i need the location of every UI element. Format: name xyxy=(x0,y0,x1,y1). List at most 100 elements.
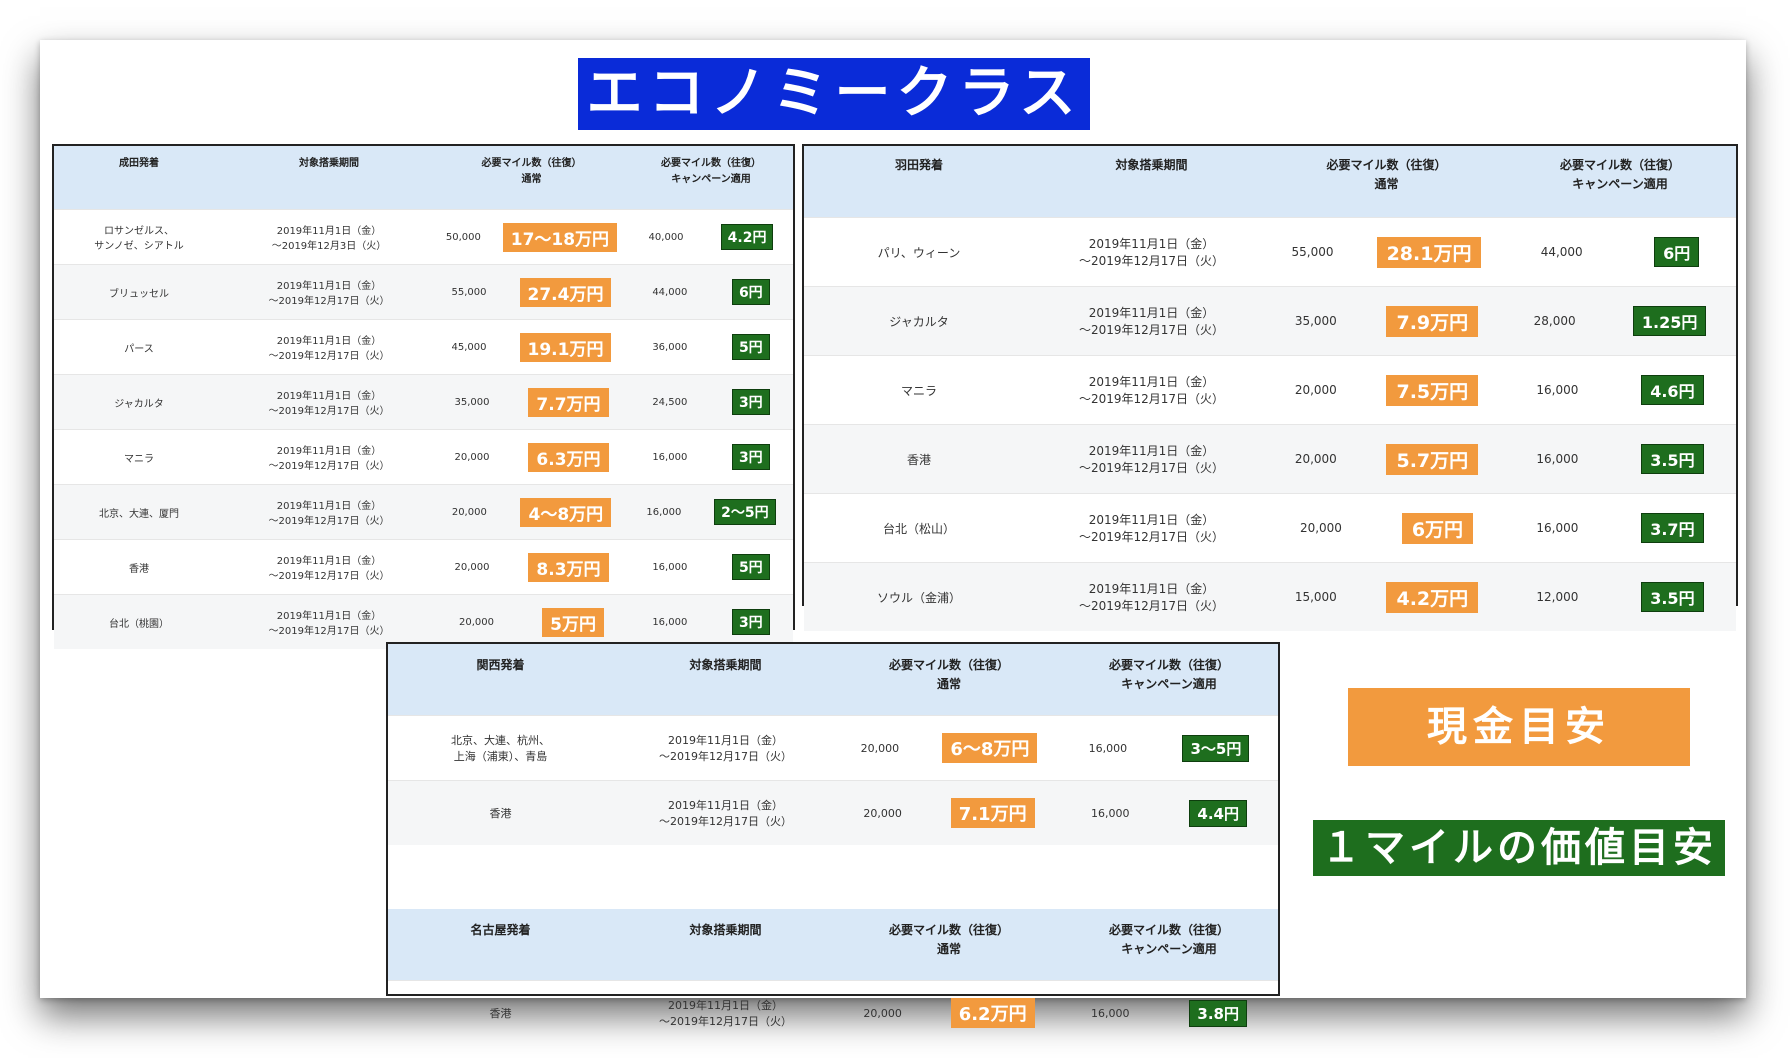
destination-line-1: 台北（松山） xyxy=(882,521,955,536)
cash-estimate-badge: 17〜18万円 xyxy=(502,222,618,252)
destination-cell: マニラ xyxy=(804,355,1034,425)
period-cell: 2019年11月1日（金） 〜2019年12月17日（火） xyxy=(1034,217,1269,287)
period-end: 〜2019年12月17日（火） xyxy=(659,815,792,828)
destination-cell: パリ、ウィーン xyxy=(804,217,1034,287)
mile-value-badge: 1.25円 xyxy=(1632,306,1707,336)
miles-normal: 20,000 xyxy=(1294,452,1337,466)
destination-line-1: 香港 xyxy=(489,1007,512,1020)
period-start: 2019年11月1日（金） xyxy=(1088,582,1215,596)
cash-estimate-badge: 4.2万円 xyxy=(1386,581,1479,613)
miles-campaign-cell: 16,000 3.5円 xyxy=(1504,424,1736,494)
miles-campaign: 16,000 xyxy=(652,451,688,463)
kansai-nagoya-table-panel: 関西発着 対象搭乗期間 必要マイル数（往復） 通常 必要マイル数（往復） キャンペー… xyxy=(386,642,1280,1045)
miles-normal: 20,000 xyxy=(860,741,900,755)
cash-estimate-badge: 7.9万円 xyxy=(1386,305,1479,337)
table-header-row: 成田発着 対象搭乗期間 必要マイル数（往復） 通常 必要マイル数（往復） キャンペー… xyxy=(54,146,793,210)
origin-header: 羽田発着 xyxy=(804,146,1034,218)
mile-value-badge: 3.5円 xyxy=(1641,444,1704,474)
period-cell: 2019年11月1日（金） 〜2019年12月17日（火） xyxy=(1034,424,1269,494)
miles-campaign-cell: 16,000 4.4円 xyxy=(1060,780,1278,845)
mile-value-badge: 3円 xyxy=(731,444,770,470)
table-row: ロサンゼルス、 サンノゼ、シアトル 2019年11月1日（金） 〜2019年12月3日… xyxy=(54,209,793,265)
miles-campaign-cell: 16,000 2〜5円 xyxy=(629,484,793,540)
cash-estimate-badge: 8.3万円 xyxy=(528,552,609,582)
destination-line-1: ジャカルタ xyxy=(889,314,949,329)
destination-line-1: 台北（桃園） xyxy=(109,618,169,630)
destination-cell: パース xyxy=(54,319,224,375)
period-cell: 2019年11月1日（金） 〜2019年12月17日（火） xyxy=(224,374,434,430)
miles-normal: 45,000 xyxy=(451,341,487,353)
mile-value-badge: 6円 xyxy=(1654,237,1700,267)
miles-campaign: 16,000 xyxy=(1090,1006,1130,1020)
miles-campaign: 36,000 xyxy=(652,341,688,353)
miles-campaign: 40,000 xyxy=(648,231,684,243)
cash-estimate-badge: 6〜8万円 xyxy=(942,733,1038,763)
miles-normal-cell: 50,000 17〜18万円 xyxy=(434,209,629,265)
period-start: 2019年11月1日（金） xyxy=(1088,375,1215,389)
period-end: 〜2019年12月17日（火） xyxy=(268,351,390,362)
miles-normal-header: 必要マイル数（往復） 通常 xyxy=(1269,146,1504,218)
destination-cell: ジャカルタ xyxy=(54,374,224,430)
miles-campaign-cell: 16,000 3.8円 xyxy=(1060,980,1278,1045)
miles-normal: 15,000 xyxy=(1294,590,1337,604)
cash-estimate-badge: 5万円 xyxy=(542,607,604,637)
miles-normal-cell: 15,000 4.2万円 xyxy=(1269,562,1504,631)
period-end: 〜2019年12月17日（火） xyxy=(268,571,390,582)
table-row: ブリュッセル 2019年11月1日（金） 〜2019年12月17日（火） 55,000… xyxy=(54,264,793,320)
period-end: 〜2019年12月17日（火） xyxy=(268,296,390,307)
origin-header: 成田発着 xyxy=(54,146,224,210)
period-start: 2019年11月1日（金） xyxy=(276,611,382,622)
period-end: 〜2019年12月17日（火） xyxy=(1078,254,1225,268)
mile-value-badge: 5円 xyxy=(731,334,770,360)
destination-line-1: 香港 xyxy=(489,807,512,820)
period-cell: 2019年11月1日（金） 〜2019年12月17日（火） xyxy=(1034,355,1269,425)
miles-campaign: 16,000 xyxy=(1536,521,1579,535)
miles-normal-cell: 20,000 6.3万円 xyxy=(434,429,629,485)
period-cell: 2019年11月1日（金） 〜2019年12月17日（火） xyxy=(224,319,434,375)
period-start: 2019年11月1日（金） xyxy=(276,336,382,347)
miles-normal: 20,000 xyxy=(1294,383,1337,397)
cash-estimate-badge: 6.2万円 xyxy=(950,998,1035,1028)
cash-estimate-badge: 6.3万円 xyxy=(528,442,609,472)
miles-campaign-header: 必要マイル数（往復） キャンペーン適用 xyxy=(629,146,793,210)
destination-cell: ジャカルタ xyxy=(804,286,1034,356)
cash-estimate-badge: 19.1万円 xyxy=(519,332,612,362)
miles-campaign-cell: 44,000 6円 xyxy=(629,264,793,320)
mile-value-badge: 4.4円 xyxy=(1189,799,1247,827)
period-end: 〜2019年12月17日（火） xyxy=(1078,392,1225,406)
period-start: 2019年11月1日（金） xyxy=(276,501,382,512)
destination-cell: ロサンゼルス、 サンノゼ、シアトル xyxy=(54,209,224,265)
period-header: 対象搭乗期間 xyxy=(613,644,838,716)
destination-line-1: ジャカルタ xyxy=(114,398,164,410)
period-end: 〜2019年12月17日（火） xyxy=(268,626,390,637)
destination-line-1: 香港 xyxy=(129,563,149,575)
table-row: パリ、ウィーン 2019年11月1日（金） 〜2019年12月17日（火） 55,00… xyxy=(804,217,1736,287)
mile-value-badge: 3.5円 xyxy=(1641,582,1704,612)
period-end: 〜2019年12月3日（火） xyxy=(271,241,387,252)
miles-normal-cell: 20,000 5.7万円 xyxy=(1269,424,1504,494)
table-row: 香港 2019年11月1日（金） 〜2019年12月17日（火） 20,000 5.7万… xyxy=(804,424,1736,494)
period-header: 対象搭乗期間 xyxy=(1034,146,1269,218)
period-start: 2019年11月1日（金） xyxy=(1088,444,1215,458)
period-start: 2019年11月1日（金） xyxy=(1088,513,1215,527)
table-row: マニラ 2019年11月1日（金） 〜2019年12月17日（火） 20,000 7.5… xyxy=(804,355,1736,425)
miles-campaign-cell: 16,000 3.7円 xyxy=(1504,493,1736,563)
miles-normal-cell: 20,000 6.2万円 xyxy=(838,980,1060,1045)
destination-line-1: マニラ xyxy=(900,383,937,398)
table-row: ジャカルタ 2019年11月1日（金） 〜2019年12月17日（火） 35,000 7… xyxy=(54,374,793,430)
period-end: 〜2019年12月17日（火） xyxy=(268,461,390,472)
mile-value-badge: 3円 xyxy=(731,389,770,415)
miles-campaign-cell: 24,500 3円 xyxy=(629,374,793,430)
miles-normal-cell: 55,000 27.4万円 xyxy=(434,264,629,320)
period-end: 〜2019年12月17日（火） xyxy=(268,406,390,417)
period-cell: 2019年11月1日（金） 〜2019年12月17日（火） xyxy=(1034,286,1269,356)
miles-campaign-cell: 16,000 5円 xyxy=(629,539,793,595)
destination-line-1: ソウル（金浦） xyxy=(876,590,961,605)
period-end: 〜2019年12月17日（火） xyxy=(1078,599,1225,613)
miles-normal-cell: 20,000 6万円 xyxy=(1269,493,1504,563)
period-cell: 2019年11月1日（金） 〜2019年12月17日（火） xyxy=(224,594,434,649)
miles-campaign: 16,000 xyxy=(1536,452,1579,466)
miles-normal-cell: 20,000 7.5万円 xyxy=(1269,355,1504,425)
mile-value-badge: 3.8円 xyxy=(1189,999,1247,1027)
table-row: ソウル（金浦） 2019年11月1日（金） 〜2019年12月17日（火） 15,00… xyxy=(804,562,1736,631)
